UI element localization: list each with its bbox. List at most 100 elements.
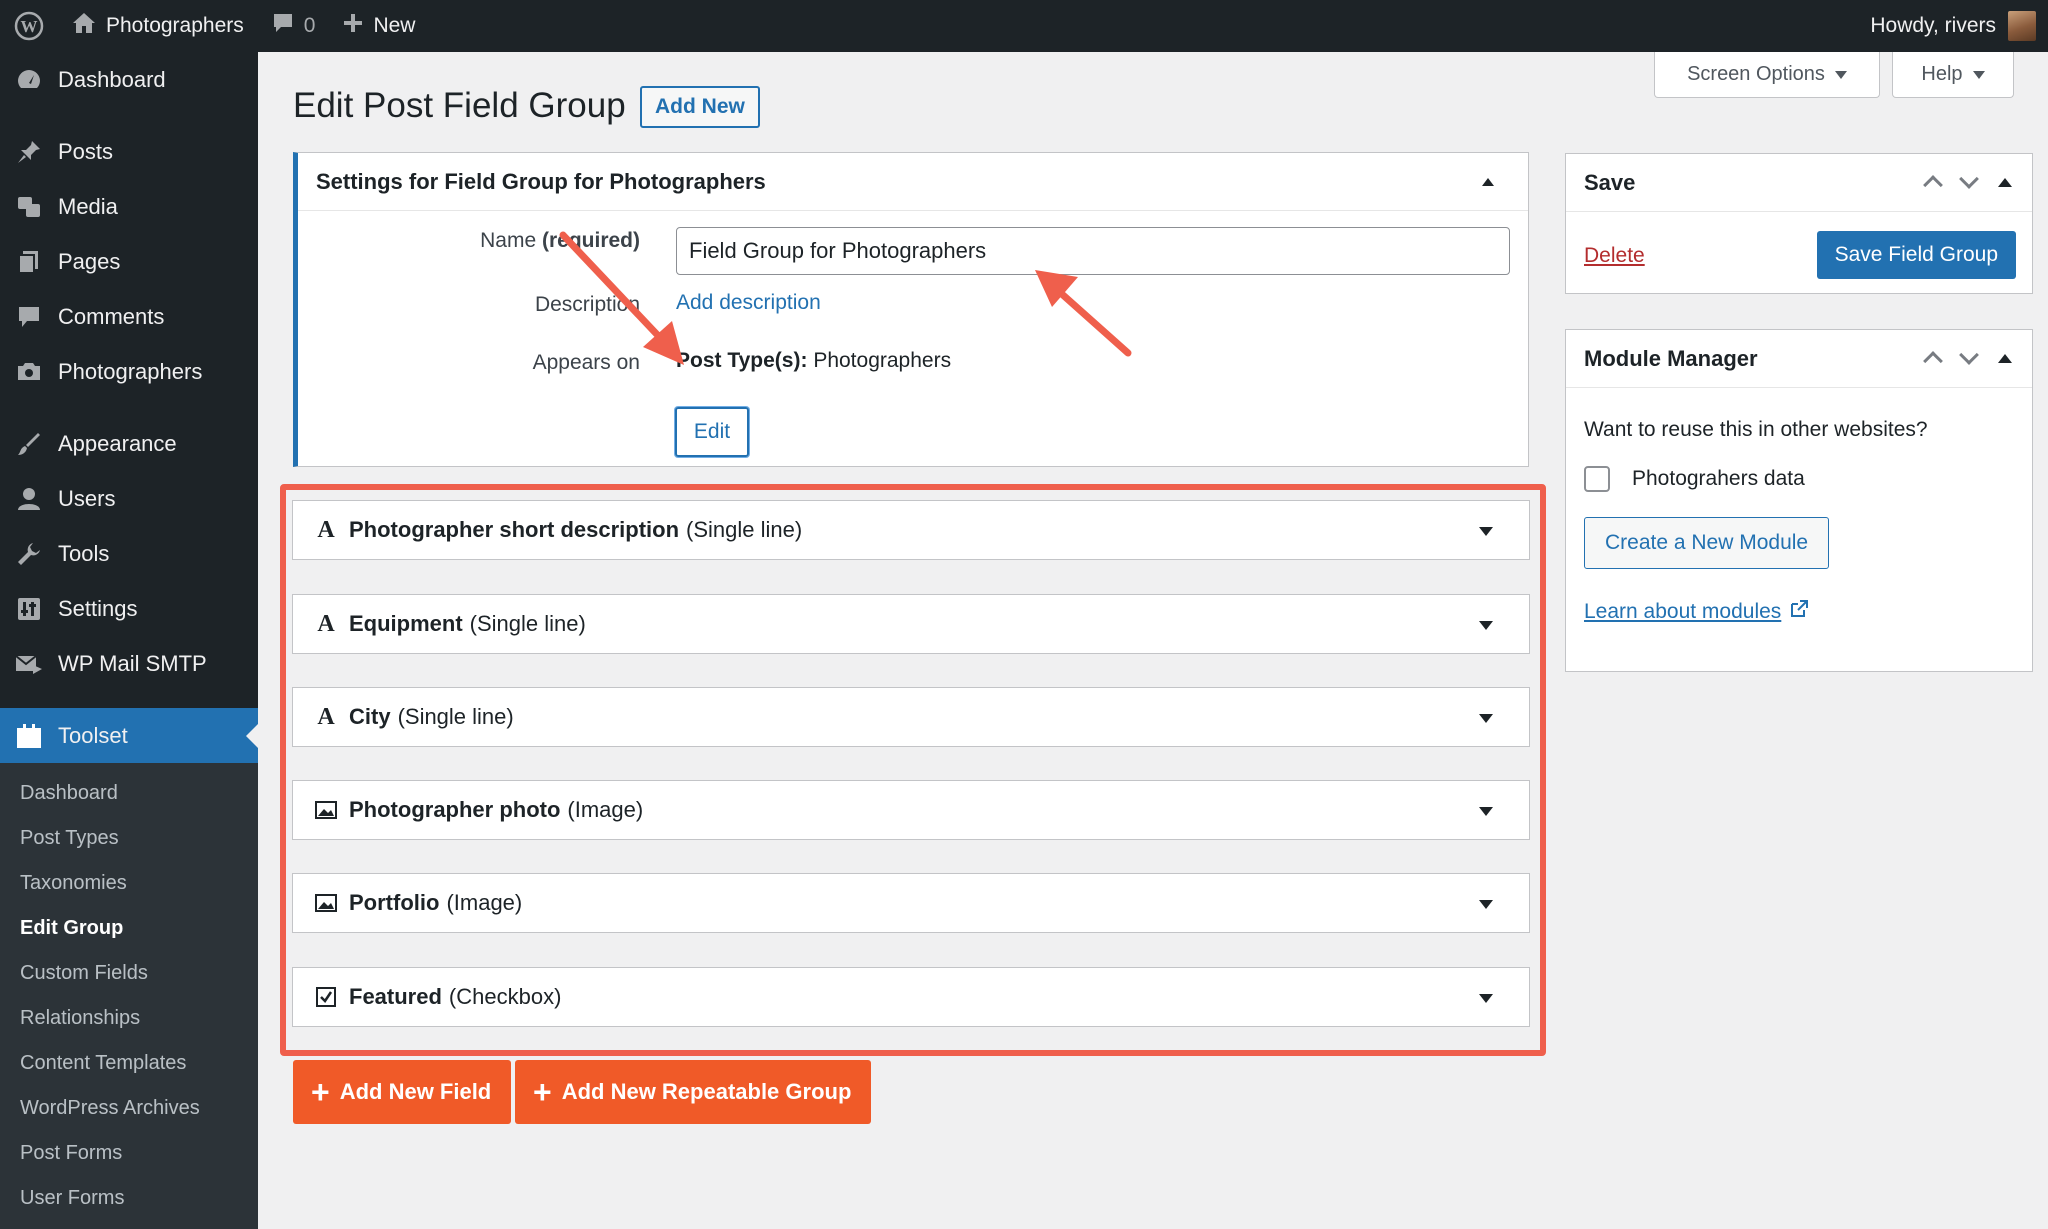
sidebar-item-toolset[interactable]: Toolset: [0, 708, 258, 763]
sidebar-item-wp-mail-smtp[interactable]: WP Mail SMTP: [0, 636, 258, 691]
save-box-title: Save: [1584, 169, 1636, 195]
module-manager-header[interactable]: Module Manager: [1566, 330, 2032, 388]
avatar: [2008, 11, 2036, 41]
annotation-arrows: [559, 231, 1132, 365]
field-type: (Image): [567, 797, 644, 822]
comment-icon: [14, 302, 44, 332]
sidebar-item-label: Toolset: [58, 722, 128, 748]
expand-caret-icon[interactable]: [1479, 807, 1493, 816]
submenu-item-post-types[interactable]: Post Types: [0, 816, 258, 861]
save-field-group-button[interactable]: Save Field Group: [1816, 231, 2016, 279]
image-icon: [315, 799, 337, 821]
sidebar-item-posts[interactable]: Posts: [0, 124, 258, 179]
move-up-icon[interactable]: [1923, 351, 1943, 371]
collapse-caret-icon[interactable]: [1998, 177, 2012, 187]
submenu-item-edit-group[interactable]: Edit Group: [0, 906, 258, 951]
field-name: Featured: [349, 984, 442, 1009]
plus-icon: +: [311, 1074, 330, 1110]
field-type: (Single line): [469, 611, 586, 636]
help-button[interactable]: Help: [1892, 52, 2014, 98]
sidebar-item-users[interactable]: Users: [0, 471, 258, 526]
admin-bar: W Photographers 0 New Howdy, rivers: [0, 0, 2048, 52]
sidebar-item-pages[interactable]: Pages: [0, 234, 258, 289]
sidebar-item-dashboard[interactable]: Dashboard: [0, 52, 258, 107]
admin-sidebar: Dashboard Posts Media Pages Comments Pho…: [0, 52, 258, 1229]
learn-about-modules-label: Learn about modules: [1584, 600, 1782, 623]
new-content-link[interactable]: New: [329, 0, 429, 52]
submenu-item-post-forms[interactable]: Post Forms: [0, 1131, 258, 1176]
sidebar-item-appearance[interactable]: Appearance: [0, 416, 258, 471]
user-icon: [14, 484, 44, 514]
mail-icon: [14, 649, 44, 679]
field-type: (Image): [446, 890, 523, 915]
expand-caret-icon[interactable]: [1479, 527, 1493, 536]
sidebar-item-photographers[interactable]: Photographers: [0, 344, 258, 399]
submenu-item-wordpress-archives[interactable]: WordPress Archives: [0, 1086, 258, 1131]
home-icon: [72, 12, 96, 40]
field-name: Portfolio: [349, 890, 440, 915]
field-row[interactable]: Portfolio (Image): [292, 873, 1530, 933]
pin-icon: [14, 137, 44, 167]
add-new-button[interactable]: Add New: [640, 86, 760, 128]
submenu-item-custom-fields[interactable]: Custom Fields: [0, 951, 258, 996]
move-down-icon[interactable]: [1959, 345, 1979, 365]
module-checkbox-row[interactable]: Photograhers data: [1584, 466, 1805, 492]
wordpress-logo-icon[interactable]: W: [0, 0, 58, 52]
expand-caret-icon[interactable]: [1479, 621, 1493, 630]
field-name: City: [349, 704, 391, 729]
field-row[interactable]: Featured (Checkbox): [292, 967, 1530, 1027]
add-new-field-button[interactable]: + Add New Field: [293, 1060, 512, 1124]
field-row[interactable]: A Photographer short description (Single…: [292, 500, 1530, 560]
greeting: Howdy, rivers: [1870, 14, 1996, 37]
expand-caret-icon[interactable]: [1479, 714, 1493, 723]
add-new-repeatable-group-button[interactable]: + Add New Repeatable Group: [515, 1060, 872, 1124]
create-new-module-button[interactable]: Create a New Module: [1584, 517, 1830, 569]
expand-caret-icon[interactable]: [1479, 994, 1493, 1003]
text-icon: A: [317, 516, 335, 543]
sidebar-item-tools[interactable]: Tools: [0, 526, 258, 581]
comment-icon: [272, 12, 294, 40]
save-box-header[interactable]: Save: [1566, 154, 2032, 212]
svg-text:W: W: [21, 17, 38, 36]
sidebar-item-label: Dashboard: [58, 66, 166, 92]
collapse-caret-icon[interactable]: [1998, 353, 2012, 363]
text-icon: A: [317, 703, 335, 730]
sidebar-item-comments[interactable]: Comments: [0, 289, 258, 344]
submenu-item-dashboard[interactable]: Dashboard: [0, 771, 258, 816]
move-down-icon[interactable]: [1959, 169, 1979, 189]
module-checkbox[interactable]: [1584, 466, 1610, 492]
sliders-icon: [14, 594, 44, 624]
submenu-item-taxonomies[interactable]: Taxonomies: [0, 861, 258, 906]
submenu-item-content-templates[interactable]: Content Templates: [0, 1041, 258, 1086]
field-row[interactable]: A Equipment (Single line): [292, 594, 1530, 654]
sidebar-item-label: Photographers: [58, 358, 203, 384]
comments-link[interactable]: 0: [258, 0, 330, 52]
site-name-link[interactable]: Photographers: [58, 0, 258, 52]
sidebar-item-label: Appearance: [58, 430, 177, 456]
submenu-item-user-forms[interactable]: User Forms: [0, 1176, 258, 1221]
learn-about-modules-link[interactable]: Learn about modules: [1584, 599, 1809, 625]
delete-link[interactable]: Delete: [1584, 244, 1645, 268]
field-name: Equipment: [349, 611, 463, 636]
screen-options-button[interactable]: Screen Options: [1654, 52, 1880, 98]
settings-box: Settings for Field Group for Photographe…: [293, 152, 1529, 467]
sidebar-item-label: Posts: [58, 138, 114, 164]
pages-icon: [14, 247, 44, 277]
sidebar-item-label: Pages: [58, 248, 121, 274]
account-menu[interactable]: Howdy, rivers: [1870, 0, 2036, 52]
field-row[interactable]: Photographer photo (Image): [292, 780, 1530, 840]
sidebar-item-label: Comments: [58, 303, 165, 329]
field-type: (Single line): [397, 704, 514, 729]
sidebar-item-media[interactable]: Media: [0, 179, 258, 234]
module-manager-title: Module Manager: [1584, 345, 1758, 371]
text-icon: A: [317, 610, 335, 637]
camera-icon: [14, 357, 44, 387]
expand-caret-icon[interactable]: [1479, 900, 1493, 909]
field-type: (Single line): [686, 517, 803, 542]
move-up-icon[interactable]: [1923, 175, 1943, 195]
field-row[interactable]: A City (Single line): [292, 687, 1530, 747]
sidebar-item-settings[interactable]: Settings: [0, 581, 258, 636]
add-new-repeatable-group-label: Add New Repeatable Group: [561, 1079, 852, 1104]
site-name: Photographers: [106, 14, 244, 37]
submenu-item-relationships[interactable]: Relationships: [0, 996, 258, 1041]
